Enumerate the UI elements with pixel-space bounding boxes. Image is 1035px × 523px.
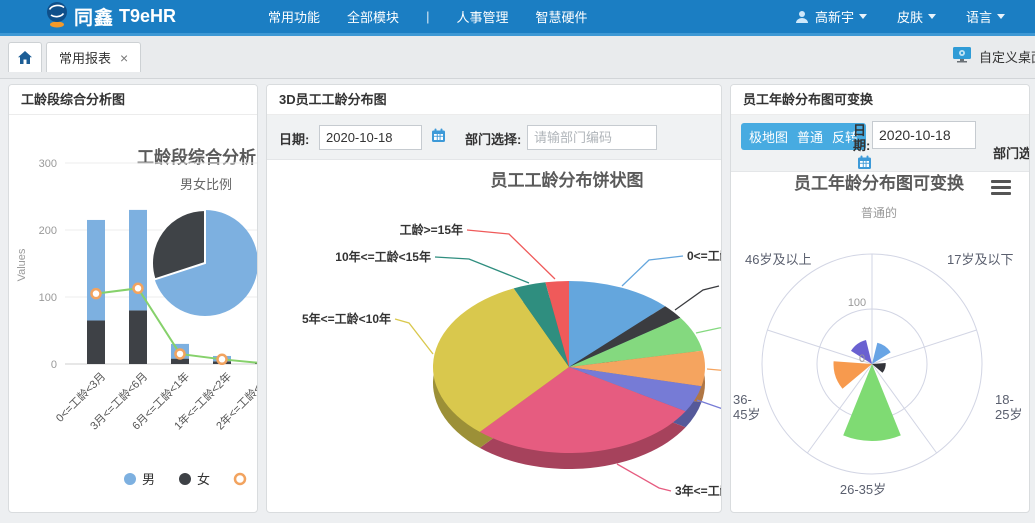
panel-3d-seniority-pie: 3D员工工龄分布图 日期: 部门选择: 员工工龄分布饼状图0<=工龄<3月3月<… [266, 84, 722, 513]
seniority-combo-chart[interactable]: 工龄段综合分析图0100200300Values0<=工龄<3月3月<=工龄<6… [9, 115, 257, 513]
svg-text:45岁: 45岁 [733, 407, 760, 422]
svg-text:员工年龄分布图可变换: 员工年龄分布图可变换 [794, 173, 965, 193]
app-root: 同鑫T9eHR 常用功能 全部模块 | 人事管理 智慧硬件 高新宇 皮肤 语言 … [0, 0, 1035, 523]
user-menu[interactable]: 高新宇 [815, 7, 867, 26]
svg-text:普通的: 普通的 [861, 205, 897, 220]
polar-chart-button[interactable]: 极地图 [741, 123, 796, 150]
svg-text:200: 200 [39, 225, 57, 237]
svg-text:17岁及以下: 17岁及以下 [947, 252, 1013, 267]
svg-text:100: 100 [39, 292, 57, 304]
brand-logo[interactable]: 同鑫T9eHR [45, 1, 176, 33]
tab-home[interactable] [8, 42, 42, 72]
svg-text:男女比例: 男女比例 [180, 177, 232, 192]
monitor-icon [952, 46, 972, 66]
custom-desktop-link[interactable]: 自定义桌面 [952, 46, 1035, 66]
panel-seniority-analysis: 工龄段综合分析图 工龄段综合分析图0100200300Values0<=工龄<3… [8, 84, 258, 513]
chart-toolbar: 极地图 普通 反转 日期: 部门选择: [731, 115, 1029, 172]
user-avatar-icon [794, 9, 810, 25]
chart-menu-icon[interactable] [991, 177, 1011, 198]
date-label: 日期: [853, 123, 871, 153]
svg-text:Values: Values [16, 248, 28, 281]
svg-text:工龄段综合分析图: 工龄段综合分析图 [137, 147, 257, 167]
main-nav: 常用功能 全部模块 | 人事管理 智慧硬件 [268, 7, 587, 26]
language-menu[interactable]: 语言 [966, 7, 1005, 26]
chevron-down-icon [859, 14, 867, 19]
panel-title: 3D员工工龄分布图 [267, 85, 721, 115]
brand-logo-icon [45, 1, 69, 33]
close-icon[interactable]: × [120, 51, 128, 65]
svg-text:0: 0 [51, 359, 57, 371]
svg-text:25岁: 25岁 [995, 407, 1022, 422]
nav-item-hr-management[interactable]: 人事管理 [456, 7, 508, 26]
svg-text:0: 0 [859, 353, 865, 365]
chevron-down-icon [928, 14, 936, 19]
nav-separator: | [426, 9, 429, 24]
department-label: 部门选择: [465, 129, 521, 148]
svg-text:26-35岁: 26-35岁 [840, 482, 886, 497]
svg-text:男: 男 [142, 472, 155, 487]
brand-name-en: T9eHR [119, 6, 176, 27]
svg-text:10年<=工龄<15年: 10年<=工龄<15年 [335, 249, 431, 264]
svg-text:100: 100 [848, 297, 866, 309]
svg-text:3年<=工龄<5年: 3年<=工龄<5年 [255, 369, 257, 432]
brand-name-cn: 同鑫 [74, 3, 114, 30]
nav-item-smart-hardware[interactable]: 智慧硬件 [535, 7, 587, 26]
department-input[interactable] [527, 125, 657, 150]
tab-label: 常用报表 [59, 48, 111, 67]
panel-title: 工龄段综合分析图 [9, 85, 257, 115]
department-label: 部门选择: [993, 143, 1030, 162]
nav-item-all-modules[interactable]: 全部模块 [347, 7, 399, 26]
chevron-down-icon [997, 14, 1005, 19]
seniority-3d-pie-chart[interactable]: 员工工龄分布饼状图0<=工龄<3月3月<=工龄<6月6月<=工龄<1年1年<=工… [267, 160, 721, 512]
svg-text:5年<=工龄<10年: 5年<=工龄<10年 [302, 311, 391, 326]
date-input[interactable] [872, 121, 976, 149]
panel-title: 员工年龄分布图可变换 [731, 85, 1029, 115]
svg-text:300: 300 [39, 158, 57, 170]
svg-text:员工工龄分布饼状图: 员工工龄分布饼状图 [491, 170, 644, 190]
home-icon [17, 50, 33, 66]
svg-text:女: 女 [197, 472, 210, 487]
top-navbar: 同鑫T9eHR 常用功能 全部模块 | 人事管理 智慧硬件 高新宇 皮肤 语言 [0, 0, 1035, 36]
tab-common-reports[interactable]: 常用报表 × [46, 42, 141, 72]
filter-toolbar: 日期: 部门选择: [267, 115, 721, 160]
user-name: 高新宇 [815, 7, 854, 26]
svg-text:3年<=工龄<5年: 3年<=工龄<5年 [675, 483, 721, 498]
skin-menu[interactable]: 皮肤 [897, 7, 936, 26]
date-label: 日期: [279, 129, 309, 148]
panel-age-distribution: 员工年龄分布图可变换 极地图 普通 反转 日期: 部门选择: 员工年龄分布图可变… [730, 84, 1030, 513]
tab-bar: 常用报表 × 自定义桌面 [0, 36, 1035, 79]
svg-text:18-: 18- [995, 392, 1014, 407]
topbar-right: 高新宇 皮肤 语言 [794, 7, 1035, 26]
svg-text:工龄>=15年: 工龄>=15年 [400, 222, 463, 237]
date-input[interactable] [319, 125, 422, 150]
calendar-icon[interactable] [431, 128, 446, 148]
svg-text:36-: 36- [733, 392, 752, 407]
svg-text:0<=工龄<3月: 0<=工龄<3月 [687, 248, 721, 263]
svg-text:46岁及以上: 46岁及以上 [745, 252, 811, 267]
nav-item-common-functions[interactable]: 常用功能 [268, 7, 320, 26]
age-rose-chart[interactable]: 员工年龄分布图可变换普通的 100 0 17岁及以下 18-25岁 26-35岁 36-45… [731, 172, 1029, 512]
